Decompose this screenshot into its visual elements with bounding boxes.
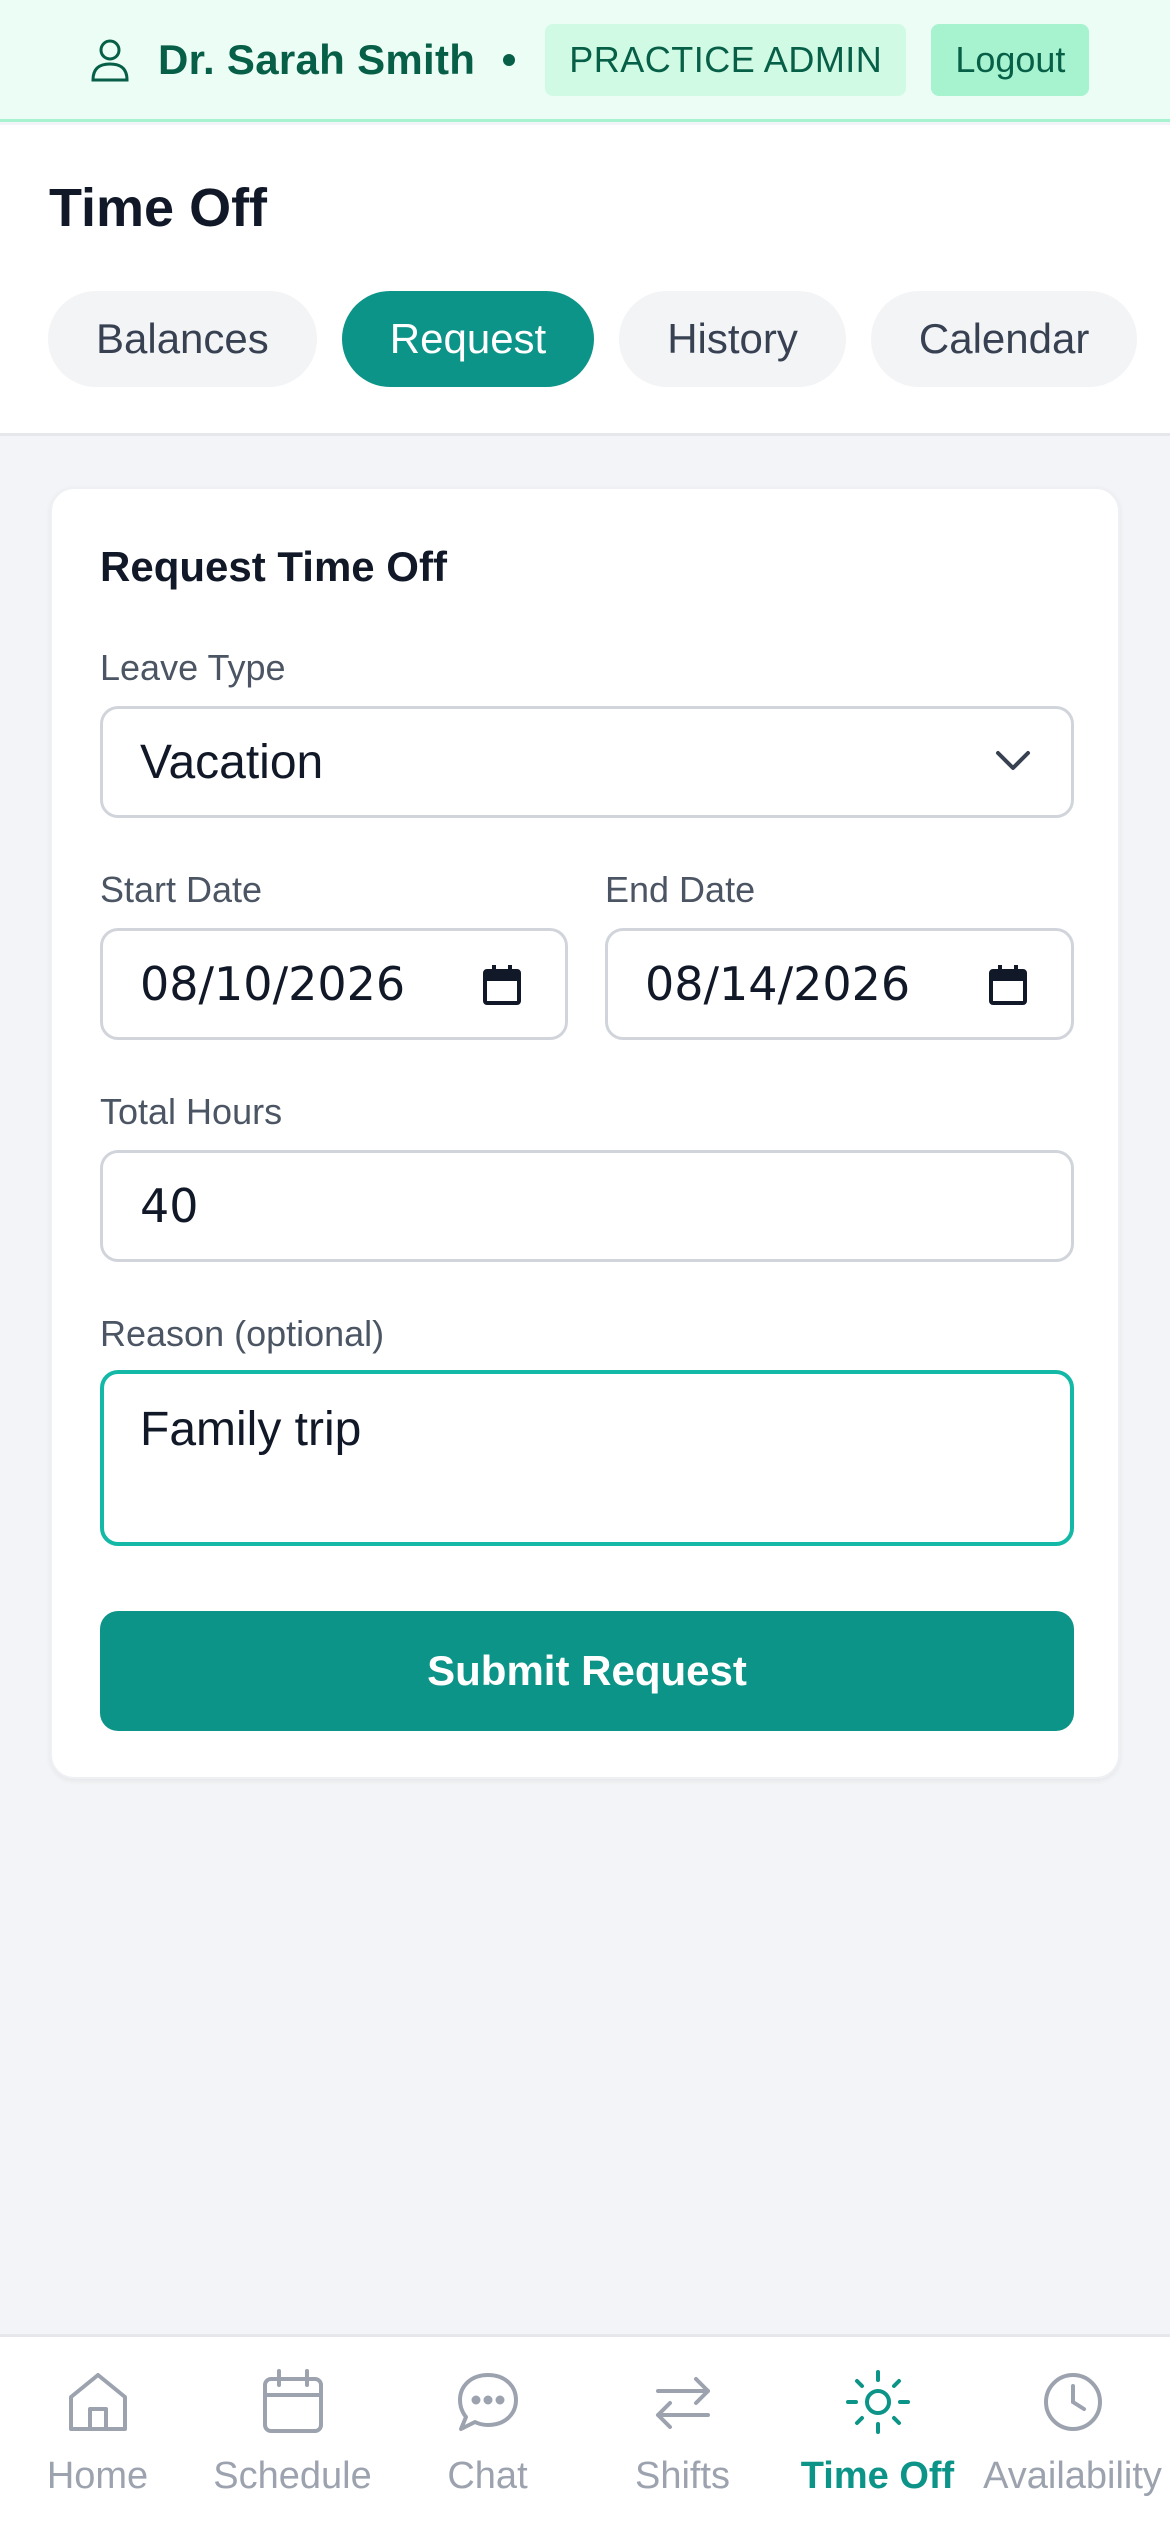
calendar-icon	[262, 2369, 323, 2433]
leave-type-value: Vacation	[140, 735, 324, 789]
total-hours-value: 40	[140, 1179, 199, 1233]
sun-icon	[845, 2370, 910, 2434]
request-form-card: Request Time Off Leave Type Vacation Sta…	[50, 487, 1120, 1779]
submit-request-button[interactable]: Submit Request	[100, 1611, 1074, 1731]
start-date-field[interactable]: 08/10/2026	[100, 928, 568, 1040]
logout-button[interactable]: Logout	[931, 23, 1090, 96]
start-date-value: 08/10/2026	[140, 957, 406, 1011]
chevron-down-icon	[996, 751, 1030, 770]
nav-item-availability[interactable]: Availability	[975, 2367, 1170, 2498]
reason-textarea[interactable]: Family trip	[100, 1370, 1074, 1546]
role-badge: PRACTICE ADMIN	[545, 23, 907, 96]
nav-label-availability: Availability	[983, 2455, 1162, 2497]
page-header: Time Off Balances Request History Calend…	[0, 125, 1170, 436]
user-name: Dr. Sarah Smith	[158, 35, 476, 83]
total-hours-input[interactable]: 40	[100, 1150, 1074, 1262]
nav-item-shifts[interactable]: Shifts	[585, 2367, 780, 2498]
end-date-value: 08/14/2026	[645, 957, 911, 1011]
swap-arrows-icon	[655, 2377, 710, 2429]
total-hours-label: Total Hours	[100, 1091, 283, 1132]
tab-calendar[interactable]: Calendar	[870, 291, 1138, 387]
bottom-nav: Home Schedule Chat Shifts Time Off Avail…	[0, 2334, 1170, 2532]
reason-label: Reason (optional)	[100, 1313, 385, 1354]
nav-label-schedule: Schedule	[213, 2455, 372, 2497]
nav-label-time-off: Time Off	[800, 2455, 955, 2497]
nav-item-chat[interactable]: Chat	[390, 2367, 585, 2498]
chat-icon	[457, 2373, 518, 2431]
start-date-label: Start Date	[100, 869, 263, 910]
nav-item-schedule[interactable]: Schedule	[195, 2367, 390, 2498]
top-header: Dr. Sarah Smith PRACTICE ADMIN Logout	[0, 0, 1170, 122]
tab-balances[interactable]: Balances	[48, 291, 317, 387]
home-icon	[68, 2373, 127, 2431]
tab-history[interactable]: History	[619, 291, 846, 387]
form-title: Request Time Off	[100, 543, 447, 590]
clock-icon	[1043, 2373, 1102, 2431]
calendar-icon[interactable]	[483, 965, 521, 1005]
calendar-icon[interactable]	[989, 965, 1027, 1005]
separator-dot	[503, 53, 516, 66]
leave-type-select[interactable]: Vacation	[100, 706, 1074, 818]
nav-label-home: Home	[46, 2455, 149, 2497]
user-icon	[90, 38, 130, 82]
nav-label-chat: Chat	[447, 2455, 528, 2497]
end-date-label: End Date	[605, 869, 756, 910]
nav-label-shifts: Shifts	[634, 2455, 731, 2497]
nav-item-home[interactable]: Home	[0, 2367, 195, 2498]
tab-bar: Balances Request History Calendar	[48, 291, 1162, 387]
page-title: Time Off	[49, 178, 268, 238]
reason-value: Family trip	[140, 1403, 362, 1456]
end-date-field[interactable]: 08/14/2026	[605, 928, 1074, 1040]
nav-item-time-off[interactable]: Time Off	[780, 2367, 975, 2498]
tab-request[interactable]: Request	[341, 291, 595, 387]
leave-type-label: Leave Type	[100, 647, 286, 688]
